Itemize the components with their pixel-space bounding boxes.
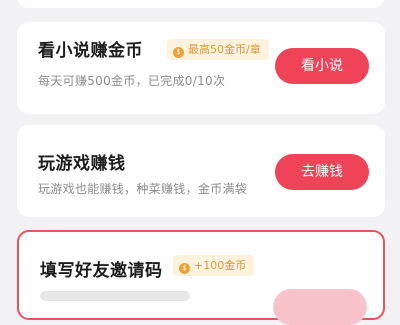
fill-invite-code-button[interactable] bbox=[273, 289, 367, 325]
task-card-read-novel: 看小说赚金币 $ 最高50金币/章 每天可赚500金币，已完成0/10次 看小说 bbox=[17, 22, 385, 114]
task-title: 填写好友邀请码 bbox=[40, 261, 163, 281]
task-card-play-game: 玩游戏赚钱 玩游戏也能赚钱，种菜赚钱，金币满袋 去赚钱 bbox=[17, 125, 385, 217]
task-description: 玩游戏也能赚钱，种菜赚钱，金币满袋 bbox=[38, 182, 248, 196]
task-title: 玩游戏赚钱 bbox=[38, 154, 126, 174]
coin-icon: $ bbox=[179, 263, 190, 274]
reward-badge: $ +100金币 bbox=[173, 255, 255, 276]
task-card-invite-code: 填写好友邀请码 $ +100金币 bbox=[17, 230, 385, 325]
earn-money-button[interactable]: 去赚钱 bbox=[275, 154, 369, 190]
coin-icon: $ bbox=[173, 47, 184, 58]
read-novel-button[interactable]: 看小说 bbox=[275, 48, 369, 84]
reward-badge: $ 最高50金币/章 bbox=[167, 39, 269, 60]
task-title: 看小说赚金币 bbox=[38, 41, 143, 61]
reward-badge-label: +100金币 bbox=[194, 259, 247, 272]
task-description: 每天可赚500金币，已完成0/10次 bbox=[38, 74, 226, 88]
reward-badge-label: 最高50金币/章 bbox=[188, 43, 261, 56]
task-card-previous bbox=[17, 0, 385, 8]
